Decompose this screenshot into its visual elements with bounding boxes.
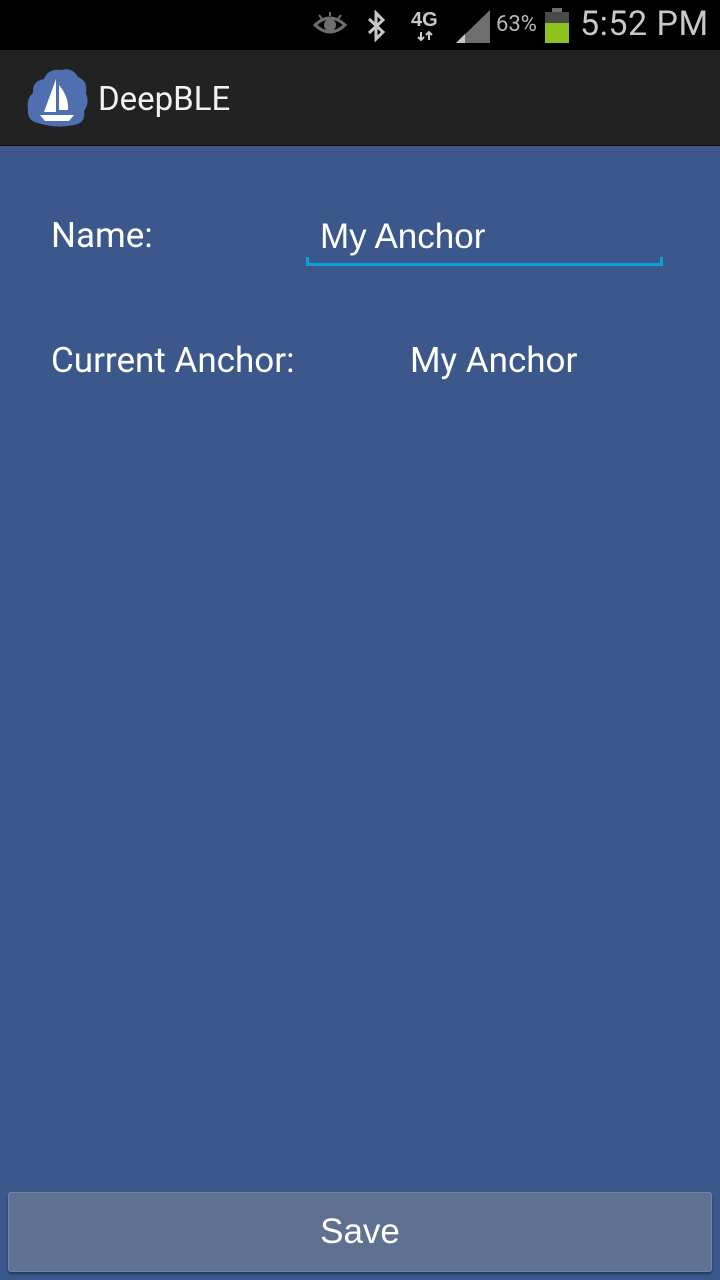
bluetooth-icon [364,9,388,46]
main-content: Name: Current Anchor: My Anchor Save [0,146,720,1280]
sailboat-icon[interactable] [24,65,90,131]
current-anchor-value: My Anchor [410,340,578,381]
network-label: 4G [411,9,438,31]
action-bar: DeepBLE [0,50,720,146]
4g-icon: 4G [410,6,444,48]
battery-percent: 63% [496,12,537,37]
app-title: DeepBLE [98,80,231,119]
current-anchor-label: Current Anchor: [51,340,295,381]
status-bar: 4G 63% 5:52 PM [0,0,720,50]
name-label: Name: [51,215,153,256]
name-input[interactable] [306,206,663,268]
eye-icon [312,12,348,42]
clock: 5:52 PM [580,4,709,44]
battery-icon [544,8,570,48]
save-button[interactable]: Save [8,1192,712,1272]
name-input-underline [306,257,663,266]
signal-icon [456,10,492,48]
